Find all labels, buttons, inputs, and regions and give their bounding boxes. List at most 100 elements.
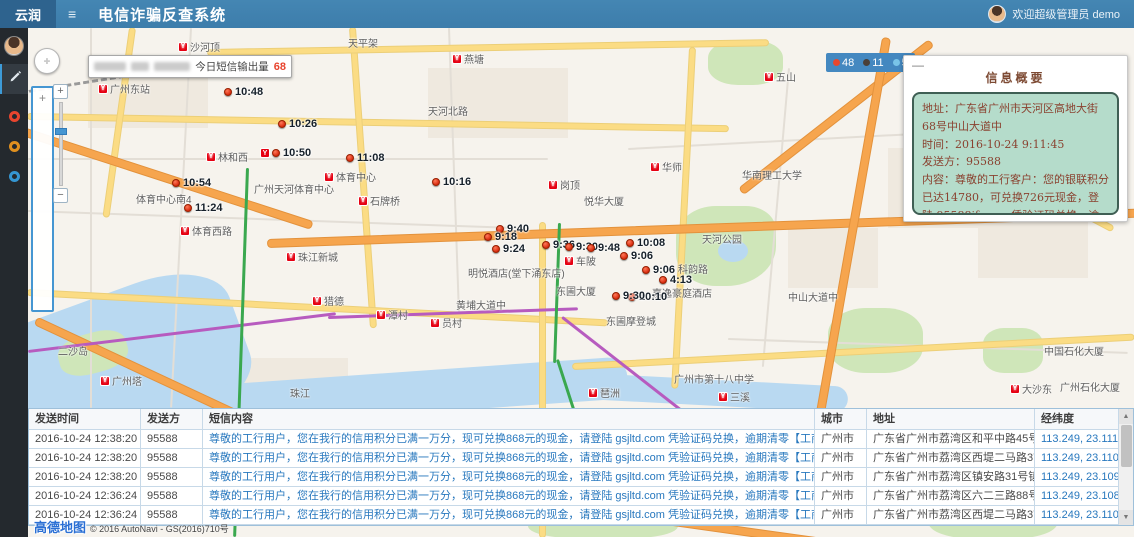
column-header: 地址 — [867, 409, 1035, 430]
cell-sender: 95588 — [141, 468, 203, 487]
place-name: 广州石化大厦 — [1060, 379, 1120, 394]
map-place-label: Y 中国石化大厦 — [1044, 343, 1104, 358]
scrollbar-thumb[interactable] — [1121, 425, 1132, 467]
red-dot-icon — [620, 252, 628, 260]
cell-latlng: 113.249, 23.1096 — [1035, 468, 1120, 487]
marker-time-label: 9:06 — [631, 250, 653, 262]
map-place-label: Y 岗顶 — [548, 177, 580, 192]
metro-station-icon: Y — [178, 42, 188, 52]
map-place-label: Y 华南理工大学 — [742, 167, 802, 182]
legend-item[interactable]: 11 — [863, 57, 883, 69]
scroll-down-arrow[interactable]: ▼ — [1119, 510, 1133, 525]
collapsed-panel[interactable]: + — [31, 86, 54, 312]
cell-latlng: 113.249, 23.1088 — [1035, 487, 1120, 506]
cell-sender: 95588 — [141, 430, 203, 449]
sms-map-marker[interactable]: Y 10:50 — [260, 147, 311, 159]
marker-time-label: 9:30 — [623, 290, 645, 302]
sms-map-marker[interactable]: Y 10:16 — [432, 176, 471, 188]
sms-map-marker[interactable]: Y 10:48 — [224, 86, 263, 98]
cell-time: 2016-10-24 12:36:24 — [29, 487, 141, 506]
sms-map-marker[interactable]: Y 11:24 — [184, 202, 223, 214]
info-time-label: 时间： — [922, 138, 955, 151]
zoom-out-button[interactable]: − — [53, 188, 68, 203]
legend-item[interactable]: 48 — [833, 57, 854, 69]
minimize-button[interactable]: — — [912, 58, 924, 72]
table-row[interactable]: 2016-10-24 12:38:20 95588 尊敬的工行用户，您在我行的信… — [29, 430, 1133, 449]
marker-time-label: 10:26 — [289, 118, 317, 130]
place-name: 珠江新城 — [298, 249, 338, 264]
user-menu[interactable]: 欢迎超级管理员 demo — [988, 5, 1120, 23]
sidebar-item-tools[interactable] — [0, 64, 28, 94]
metro-station-icon: Y — [564, 256, 574, 266]
app-title: 电信诈骗反查系统 — [98, 4, 226, 25]
table-row[interactable]: 2016-10-24 12:38:20 95588 尊敬的工行用户，您在我行的信… — [29, 449, 1133, 468]
sidebar-item-orange-layer[interactable] — [0, 124, 28, 154]
map-place-label: Y 大沙东 — [1010, 381, 1052, 396]
sms-map-marker[interactable]: Y 9:30 — [612, 290, 645, 302]
place-name: 大沙东 — [1022, 381, 1052, 396]
cell-city: 广州市 — [815, 449, 867, 468]
info-panel-title: 信息概要 — [904, 69, 1127, 86]
app-window: 云润 ≡ 电信诈骗反查系统 欢迎超级管理员 demo Y 广州东站 Y 沙河顶 … — [0, 0, 1134, 537]
cell-time: 2016-10-24 12:38:20 — [29, 468, 141, 487]
sms-map-marker[interactable]: Y 10:54 — [172, 177, 211, 189]
red-dot-icon — [659, 276, 667, 284]
map-decoration — [828, 308, 923, 373]
sms-map-marker[interactable]: Y 9:48 — [587, 242, 620, 254]
marker-time-label: 11:24 — [195, 202, 223, 214]
map-pan-control[interactable]: ✛ — [34, 48, 60, 74]
column-header: 发送时间 — [29, 409, 141, 430]
table-row[interactable]: 2016-10-24 12:38:20 95588 尊敬的工行用户，您在我行的信… — [29, 468, 1133, 487]
table-row[interactable]: 2016-10-24 12:36:24 95588 尊敬的工行用户，您在我行的信… — [29, 487, 1133, 506]
place-name: 东圃摩登城 — [606, 313, 656, 328]
map-decoration — [788, 228, 878, 288]
map-place-label: Y 广州天河体育中心 — [254, 181, 334, 196]
sms-map-marker[interactable]: Y 4:13 — [659, 274, 692, 286]
menu-toggle-icon[interactable]: ≡ — [68, 7, 76, 21]
copyright-text: © 2016 AutoNavi - GS(2016)710号 — [90, 522, 229, 535]
place-name: 华师 — [662, 159, 682, 174]
zoom-in-button[interactable]: + — [53, 84, 68, 99]
metro-station-icon: Y — [180, 226, 190, 236]
sidebar-item-red-layer[interactable] — [0, 94, 28, 124]
place-name: 琶洲 — [600, 385, 620, 400]
redacted-text — [154, 62, 190, 71]
place-name: 天河公园 — [702, 231, 742, 246]
sidebar-item-blue-layer[interactable] — [0, 154, 28, 184]
red-dot-icon — [642, 266, 650, 274]
map-place-label: Y 东圃大厦 — [556, 283, 596, 298]
zoom-slider-thumb[interactable] — [55, 128, 67, 135]
sms-map-marker[interactable]: Y 10:08 — [626, 237, 665, 249]
metro-station-icon: Y — [312, 296, 322, 306]
legend-dot-icon — [863, 59, 870, 66]
place-name: 广州塔 — [112, 373, 142, 388]
search-box[interactable]: 今日短信输出量 68 — [88, 55, 292, 78]
metro-station-icon: Y — [100, 376, 110, 386]
sms-map-marker[interactable]: Y 10:26 — [278, 118, 317, 130]
cell-sender: 95588 — [141, 449, 203, 468]
column-header: 发送方 — [141, 409, 203, 430]
table-scrollbar[interactable]: ▲ ▼ — [1118, 409, 1133, 525]
map-place-label: Y 广州东站 — [98, 81, 150, 96]
metro-station-icon: Y — [286, 252, 296, 262]
sidebar-avatar[interactable] — [4, 36, 24, 56]
place-name: 天河北路 — [428, 103, 468, 118]
place-name: 中国石化大厦 — [1044, 343, 1104, 358]
cell-content: 尊敬的工行用户，您在我行的信用积分已满一万分，现可兑换868元的现金，请登陆 g… — [203, 487, 815, 506]
metro-station-icon: Y — [452, 54, 462, 64]
sms-map-marker[interactable]: Y 9:24 — [492, 243, 525, 255]
orange-ring-icon — [9, 141, 20, 152]
zoom-slider-track[interactable] — [59, 102, 63, 186]
sms-map-marker[interactable]: Y 11:08 — [346, 152, 385, 164]
scroll-up-arrow[interactable]: ▲ — [1119, 409, 1133, 424]
sms-map-marker[interactable]: Y 9:18 — [484, 231, 517, 243]
info-sender: 95588 — [966, 155, 1001, 168]
map-canvas[interactable]: Y 广州东站 Y 沙河顶 Y 天平架 Y 燕塘 Y 天河北路 Y 林和西 Y 体… — [28, 28, 1134, 537]
map-place-label: Y 明悦酒店(堂下涌东店) — [468, 265, 565, 280]
marker-legend: 48 11 5 — [826, 53, 915, 72]
metro-station-icon: Y — [764, 72, 774, 82]
info-sender-label: 发送方： — [922, 155, 966, 168]
map-attribution: 高德地图 © 2016 AutoNavi - GS(2016)710号 — [34, 517, 229, 536]
sms-map-marker[interactable]: Y 9:06 — [620, 250, 653, 262]
marker-time-label: 4:13 — [670, 274, 692, 286]
